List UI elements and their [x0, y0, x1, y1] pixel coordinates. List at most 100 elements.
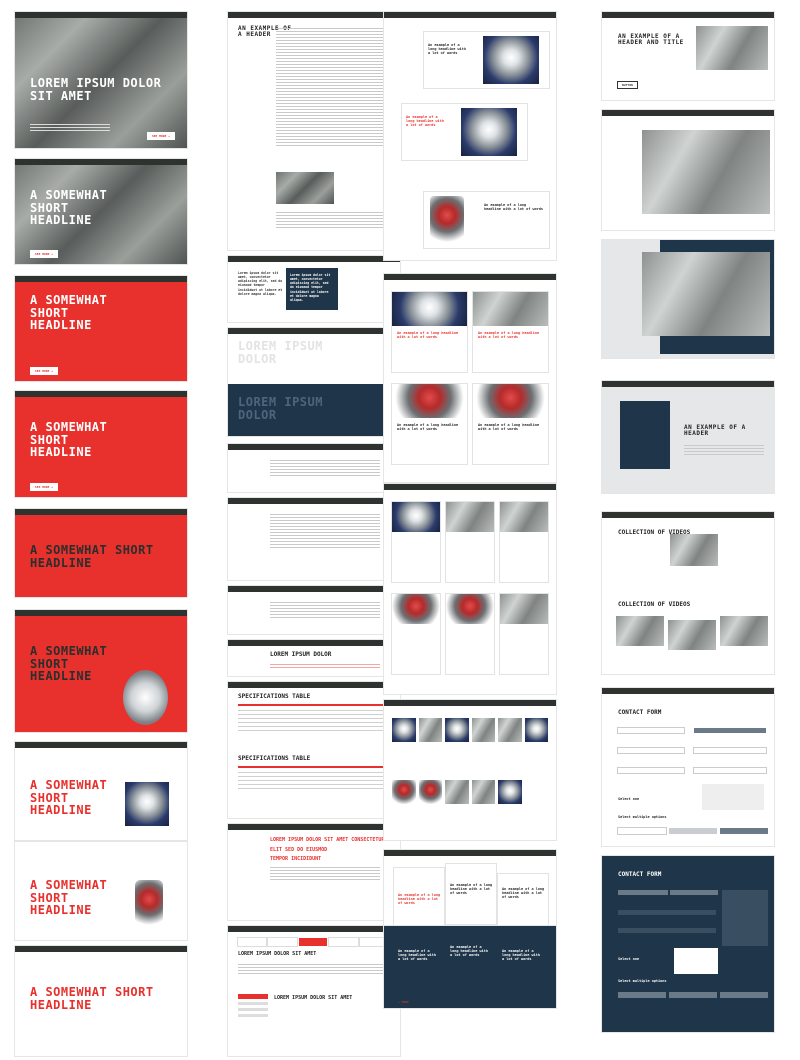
teaser-card[interactable]: An example of a long headline with a lot…: [394, 868, 444, 928]
grid-card[interactable]: An example of a long headline with a lot…: [473, 384, 548, 464]
section-bar: [228, 824, 400, 830]
contact-form-block: CONTACT FORM Select one Select multiple …: [602, 688, 774, 846]
teaser-block-dark: An example of a long headline with a lot…: [384, 926, 556, 1008]
thumb-row: [392, 718, 548, 742]
quote-text: Lorem ipsum dolor sit amet, consectetur …: [290, 273, 331, 302]
teaser-card[interactable]: An example of a long headline with a lot…: [446, 864, 496, 924]
thumb[interactable]: [418, 780, 442, 804]
section-bar: [228, 498, 400, 504]
tab-active[interactable]: [298, 938, 328, 946]
grid-card[interactable]: An example of a long headline with a lot…: [392, 292, 467, 372]
header-image-block: AN EXAMPLE OF A HEADER: [602, 381, 774, 493]
thumb[interactable]: [445, 780, 469, 804]
thumb[interactable]: [445, 718, 469, 742]
section-bar: [602, 512, 774, 518]
tab[interactable]: [238, 938, 266, 946]
accordion-item[interactable]: ELIT SED DO EIUSMOD: [270, 847, 388, 854]
thumb[interactable]: [524, 718, 548, 742]
text-input[interactable]: [694, 768, 766, 773]
hero-headline: A SOMEWHAT SHORT HEADLINE: [30, 188, 108, 228]
grid-card[interactable]: An example of a long headline with a lot…: [473, 292, 548, 372]
thumb[interactable]: [498, 780, 522, 804]
video-thumb[interactable]: [670, 534, 718, 566]
card-title: An example of a long headline with a lot…: [406, 115, 444, 127]
hero-cta-button[interactable]: SEE MORE →: [146, 132, 175, 140]
accordion-item[interactable]: TEMPOR INCIDIDUNT: [270, 856, 388, 863]
card-image: [461, 108, 517, 156]
card-image: [446, 502, 494, 532]
text-input[interactable]: [618, 890, 668, 895]
product-image: [620, 401, 670, 469]
thumb[interactable]: [418, 718, 442, 742]
text-input-active[interactable]: [694, 728, 766, 733]
video-thumb[interactable]: [668, 620, 716, 650]
accordion-item[interactable]: LOREM IPSUM DOLOR SIT AMET CONSECTETUR: [270, 837, 388, 844]
option-button[interactable]: [618, 992, 666, 998]
text-input[interactable]: [618, 728, 684, 733]
video-thumb[interactable]: [616, 616, 664, 646]
card-image: [500, 502, 548, 532]
section-bar: [228, 256, 400, 262]
grid-card[interactable]: [446, 502, 494, 582]
side-nav-item[interactable]: [238, 1014, 268, 1017]
section-bar: [602, 381, 774, 387]
header-button[interactable]: BUTTON: [618, 82, 637, 88]
text-input[interactable]: [670, 890, 718, 895]
text-input[interactable]: [694, 748, 766, 753]
option-button[interactable]: [720, 992, 768, 998]
option-button-active[interactable]: [720, 828, 768, 834]
article-block: AN EXAMPLE OF A HEADER: [228, 12, 400, 250]
option-button[interactable]: [618, 828, 666, 834]
feature-card[interactable]: An example of a long headline with a lot…: [424, 192, 549, 248]
hero-headline: A SOMEWHAT SHORT HEADLINE: [30, 878, 108, 918]
side-nav-item[interactable]: [238, 1008, 268, 1011]
dropdown-menu[interactable]: [674, 948, 718, 974]
textarea[interactable]: [722, 890, 768, 946]
teaser-card[interactable]: An example of a long headline with a lot…: [498, 874, 548, 930]
tab[interactable]: [268, 938, 296, 946]
option-button[interactable]: [669, 828, 717, 834]
header-copy: [684, 443, 764, 457]
grid-card[interactable]: [500, 594, 548, 674]
more-link[interactable]: → MORE: [398, 1000, 409, 1004]
side-nav-item[interactable]: [238, 1002, 268, 1005]
thumb[interactable]: [498, 718, 522, 742]
text-input[interactable]: [618, 748, 684, 753]
hero-headline: A SOMEWHAT SHORT HEADLINE: [30, 420, 108, 460]
card-image: [392, 502, 440, 532]
hero-block-product: A SOMEWHAT SHORT HEADLINE: [15, 610, 187, 732]
grid-card[interactable]: [392, 594, 440, 674]
thumb[interactable]: [471, 780, 495, 804]
hero-block-red: A SOMEWHAT SHORT HEADLINE SEE MORE →: [15, 391, 187, 497]
grid-card[interactable]: [500, 502, 548, 582]
grid-card[interactable]: [446, 594, 494, 674]
text-input[interactable]: [618, 768, 684, 773]
text-input[interactable]: [618, 910, 716, 915]
list-lines: [270, 512, 380, 550]
thumb[interactable]: [392, 718, 416, 742]
quote-text: Lorem ipsum dolor sit amet, consectetur …: [238, 271, 283, 296]
option-button[interactable]: [669, 992, 717, 998]
tab[interactable]: [329, 938, 357, 946]
video-thumb[interactable]: [720, 616, 768, 646]
list-block-3: [228, 586, 400, 634]
hero-cta-button[interactable]: SEE MORE →: [30, 367, 59, 375]
card-image: [392, 594, 440, 624]
thumb[interactable]: [392, 780, 416, 804]
grid-card[interactable]: An example of a long headline with a lot…: [392, 384, 467, 464]
text-input[interactable]: [618, 928, 716, 933]
list-heading: LOREM IPSUM DOLOR: [270, 651, 332, 658]
hero-cta-button[interactable]: SEE MORE →: [30, 483, 59, 491]
feature-card[interactable]: An example of a long headline with a lot…: [402, 104, 527, 160]
hero-cta-button[interactable]: SEE MORE →: [30, 250, 59, 258]
section-bar: [15, 946, 187, 952]
thumb-empty: [525, 780, 549, 804]
grid-card[interactable]: [392, 502, 440, 582]
side-nav-item-active[interactable]: [238, 994, 268, 999]
hero-block-wide: A SOMEWHAT SHORT HEADLINE: [15, 509, 187, 597]
tabs-title: LOREM IPSUM DOLOR SIT AMET: [238, 951, 317, 957]
accordion-block: LOREM IPSUM DOLOR SIT AMET CONSECTETUR E…: [228, 824, 400, 920]
feature-card[interactable]: An example of a long headline with a lot…: [424, 32, 549, 88]
dropdown-menu[interactable]: [702, 784, 764, 810]
thumb[interactable]: [471, 718, 495, 742]
